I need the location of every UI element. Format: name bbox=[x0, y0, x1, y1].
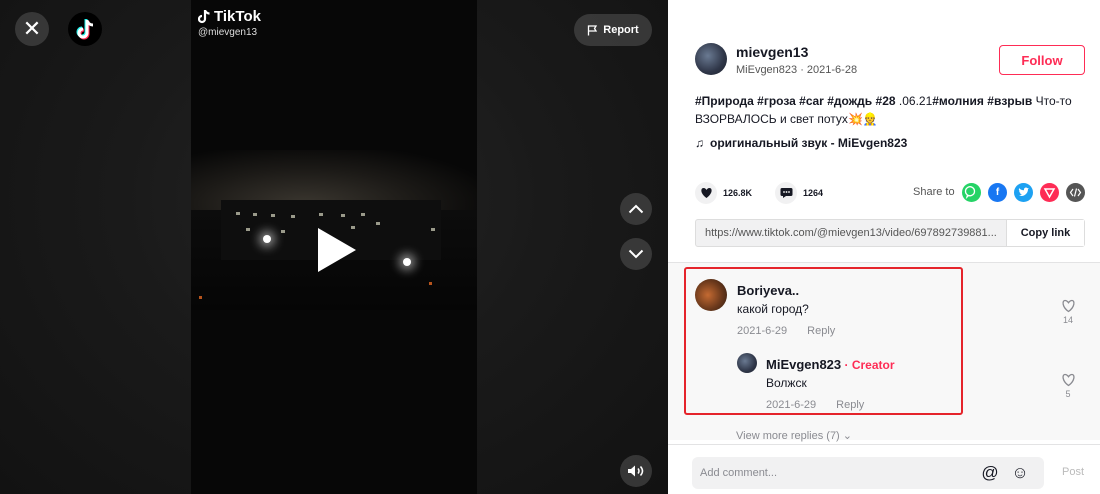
comment-text: какой город? bbox=[737, 302, 809, 316]
author-avatar[interactable] bbox=[695, 43, 727, 75]
video-panel: ✕ TikTok @mievgen13 Report bbox=[0, 0, 668, 494]
twitter-icon[interactable] bbox=[1014, 183, 1033, 202]
hashtag[interactable]: #car bbox=[799, 94, 824, 108]
comment-icon bbox=[780, 188, 792, 198]
reply-avatar[interactable] bbox=[737, 353, 757, 373]
window-light bbox=[341, 214, 345, 217]
comment-button[interactable] bbox=[775, 182, 797, 204]
window-light bbox=[361, 213, 365, 216]
close-icon: ✕ bbox=[22, 16, 42, 41]
commenter-name[interactable]: Boriyeva.. bbox=[737, 283, 799, 298]
play-button[interactable] bbox=[318, 228, 356, 272]
mention-icon[interactable]: @ bbox=[979, 462, 1001, 484]
window-light bbox=[291, 215, 295, 218]
street-light bbox=[263, 235, 271, 243]
tiktok-note-icon bbox=[198, 9, 210, 24]
separator: · bbox=[841, 358, 852, 372]
author-nickname-date: MiEvgen823 · 2021-6-28 bbox=[736, 64, 858, 76]
comment-count: 1264 bbox=[803, 188, 824, 198]
comments-list[interactable]: Boriyeva.. какой город? 2021-6-29 Reply … bbox=[668, 262, 1100, 442]
window-light bbox=[271, 214, 275, 217]
facebook-icon[interactable]: f bbox=[988, 183, 1007, 202]
embed-icon[interactable] bbox=[1066, 183, 1085, 202]
reply-date: 2021-6-29 bbox=[766, 399, 817, 411]
hashtag[interactable]: #гроза bbox=[757, 94, 796, 108]
heart-outline-icon bbox=[1061, 299, 1075, 313]
heart-outline-icon bbox=[1061, 373, 1075, 387]
reply-author-name[interactable]: MiEvgen823 bbox=[766, 357, 841, 372]
reply-author: MiEvgen823 · Creator bbox=[766, 357, 895, 372]
brand-handle: @mievgen13 bbox=[198, 27, 258, 38]
video-info-panel: mievgen13 MiEvgen823 · 2021-6-28 Follow … bbox=[668, 0, 1100, 494]
tiktok-logo-icon[interactable] bbox=[68, 12, 102, 46]
description-text: .06.21 bbox=[895, 94, 933, 108]
street-light bbox=[403, 258, 411, 266]
like-button[interactable] bbox=[695, 182, 717, 204]
like-count: 126.8K bbox=[723, 188, 753, 198]
reply-like-count: 5 bbox=[1065, 389, 1071, 399]
hashtag[interactable]: #молния bbox=[932, 94, 984, 108]
window-light bbox=[431, 228, 435, 231]
report-label: Report bbox=[603, 24, 639, 36]
video-link-url[interactable]: https://www.tiktok.com/@mievgen13/video/… bbox=[696, 220, 1006, 246]
view-more-replies[interactable]: View more replies (7) ⌄ bbox=[736, 429, 852, 442]
window-light bbox=[236, 212, 240, 215]
music-title: оригинальный звук - MiEvgen823 bbox=[710, 136, 908, 150]
comment-composer: Add comment... @ ☺ Post bbox=[668, 444, 1100, 494]
follow-button[interactable]: Follow bbox=[999, 45, 1085, 75]
comment-stat: 1264 bbox=[775, 182, 823, 204]
hashtag[interactable]: #взрыв bbox=[987, 94, 1032, 108]
reply-button[interactable]: Reply bbox=[807, 325, 835, 337]
report-button[interactable]: Report bbox=[574, 14, 652, 46]
window-light bbox=[376, 222, 380, 225]
brand-watermark: TikTok @mievgen13 bbox=[198, 8, 261, 38]
reply-button[interactable]: Reply bbox=[836, 399, 864, 411]
send-icon[interactable] bbox=[1040, 183, 1059, 202]
brand-name: TikTok bbox=[214, 8, 261, 25]
comment-like-count: 14 bbox=[1062, 315, 1073, 325]
whatsapp-icon[interactable] bbox=[962, 183, 981, 202]
video-link-box: https://www.tiktok.com/@mievgen13/video/… bbox=[695, 219, 1085, 247]
post-button[interactable]: Post bbox=[1062, 466, 1084, 478]
copy-link-button[interactable]: Copy link bbox=[1006, 220, 1084, 246]
video-description: #Природа #гроза #car #дождь #28 .06.21#м… bbox=[695, 92, 1085, 128]
flag-icon bbox=[588, 24, 598, 35]
comment-like[interactable]: 14 bbox=[1056, 299, 1080, 325]
speaker-icon bbox=[628, 465, 644, 477]
next-video-button[interactable] bbox=[620, 238, 652, 270]
volume-button[interactable] bbox=[620, 455, 652, 487]
comment-date: 2021-6-29 bbox=[737, 325, 788, 337]
previous-video-button[interactable] bbox=[620, 193, 652, 225]
hashtag[interactable]: #28 bbox=[876, 94, 896, 108]
reply-like[interactable]: 5 bbox=[1056, 373, 1080, 399]
window-light bbox=[319, 213, 323, 216]
hashtag[interactable]: #дождь bbox=[827, 94, 872, 108]
window-light bbox=[253, 213, 257, 216]
comment-meta: 2021-6-29 Reply bbox=[737, 325, 835, 337]
reply-text: Волжск bbox=[766, 376, 807, 390]
reply-meta: 2021-6-29 Reply bbox=[766, 399, 864, 411]
distant-light bbox=[199, 296, 202, 299]
distant-light bbox=[429, 282, 432, 285]
music-note-icon: ♫ bbox=[695, 136, 704, 150]
share-label: Share to bbox=[913, 186, 955, 198]
heart-icon bbox=[700, 188, 712, 198]
chevron-up-icon bbox=[628, 204, 644, 214]
creator-badge: Creator bbox=[851, 358, 895, 372]
description-emojis: 💥👷 bbox=[847, 112, 878, 126]
like-stat: 126.8K bbox=[695, 182, 752, 204]
music-link[interactable]: ♫ оригинальный звук - MiEvgen823 bbox=[695, 136, 907, 150]
hashtag[interactable]: #Природа bbox=[695, 94, 754, 108]
commenter-avatar[interactable] bbox=[695, 279, 727, 311]
chevron-down-icon bbox=[628, 249, 644, 259]
emoji-icon[interactable]: ☺ bbox=[1009, 462, 1031, 484]
window-light bbox=[281, 230, 285, 233]
close-button[interactable]: ✕ bbox=[15, 12, 49, 46]
window-light bbox=[246, 228, 250, 231]
author-username[interactable]: mievgen13 bbox=[736, 44, 808, 60]
